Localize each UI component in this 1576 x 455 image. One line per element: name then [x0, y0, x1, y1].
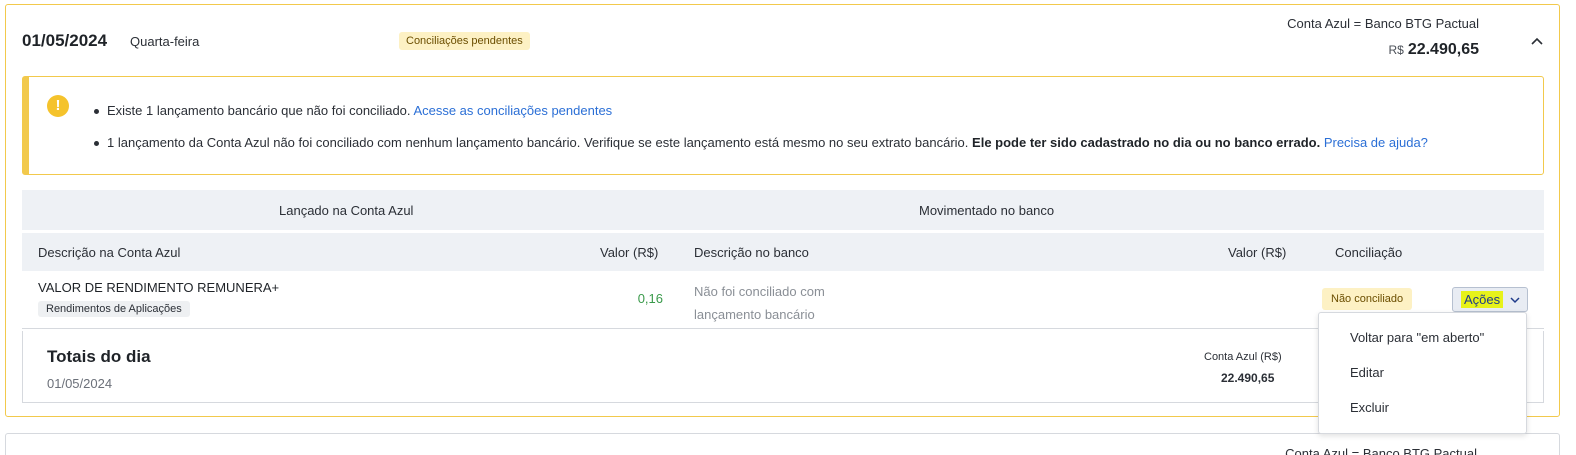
help-link[interactable]: Precisa de ajuda? — [1324, 135, 1428, 150]
day-totals: Totais do dia 01/05/2024 Conta Azul (R$)… — [22, 331, 1544, 403]
menu-item-voltar-em-aberto[interactable]: Voltar para "em aberto" — [1350, 330, 1484, 345]
col-descricao-conta-azul: Descrição na Conta Azul — [38, 245, 181, 260]
row-description: VALOR DE RENDIMENTO REMUNERA+ — [38, 280, 280, 295]
alert-text: 1 lançamento da Conta Azul não foi conci… — [107, 135, 969, 150]
column-header: Descrição na Conta Azul Valor (R$) Descr… — [22, 233, 1544, 271]
group-header-banco: Movimentado no banco — [919, 203, 1055, 218]
col-valor-conta-azul: Valor (R$) — [600, 245, 659, 260]
bank-description: Não foi conciliado com lançamento bancár… — [694, 280, 825, 326]
bank-description-line: lançamento bancário — [694, 307, 815, 322]
pending-badge: Conciliações pendentes — [399, 32, 530, 50]
totals-account-value: 22.490,65 — [1221, 371, 1275, 385]
category-tag: Rendimentos de Aplicações — [38, 301, 190, 317]
actions-menu: Voltar para "em aberto" Editar Excluir — [1318, 312, 1527, 434]
group-header: Lançado na Conta Azul Movimentado no ban… — [22, 190, 1544, 230]
totals-account-label: Conta Azul (R$) — [1204, 351, 1282, 363]
chevron-down-icon — [1510, 297, 1520, 304]
row-value: 0,16 — [637, 291, 663, 306]
next-account-label: Conta Azul = Banco BTG Pactual — [1285, 446, 1477, 455]
bank-description-line: Não foi conciliado com — [694, 284, 825, 299]
actions-label: Ações — [1461, 291, 1504, 308]
totals-title: Totais do dia — [47, 347, 151, 366]
group-header-conta-azul: Lançado na Conta Azul — [279, 203, 414, 218]
alert-text: Existe 1 lançamento bancário que não foi… — [107, 103, 411, 118]
menu-item-editar[interactable]: Editar — [1350, 365, 1384, 380]
col-valor-banco: Valor (R$) — [1228, 245, 1287, 260]
totals-date: 01/05/2024 — [47, 376, 113, 391]
alert-list: Existe 1 lançamento bancário que não foi… — [94, 103, 1428, 167]
next-day-card: Conta Azul = Banco BTG Pactual — [5, 433, 1560, 455]
exclamation-icon: ! — [47, 95, 69, 117]
balance-value: 22.490,65 — [1407, 41, 1479, 58]
chevron-up-icon[interactable] — [1529, 33, 1545, 49]
status-badge: Não conciliado — [1322, 288, 1413, 310]
day-date: 01/05/2024 — [22, 31, 108, 50]
pending-conciliations-link[interactable]: Acesse as conciliações pendentes — [413, 103, 612, 118]
actions-button[interactable]: Ações — [1452, 287, 1528, 312]
alert-bold-text: Ele pode ter sido cadastrado no dia ou n… — [972, 135, 1321, 150]
table-row: VALOR DE RENDIMENTO REMUNERA+ Rendimento… — [22, 271, 1544, 329]
day-weekday: Quarta-feira — [130, 34, 200, 49]
menu-item-excluir[interactable]: Excluir — [1350, 400, 1389, 415]
account-balance: R$ 22.490,65 — [1388, 41, 1479, 59]
currency-symbol: R$ — [1388, 43, 1404, 57]
col-conciliacao: Conciliação — [1335, 245, 1403, 260]
pending-alert: ! Existe 1 lançamento bancário que não f… — [22, 76, 1544, 175]
account-label: Conta Azul = Banco BTG Pactual — [1287, 16, 1479, 31]
alert-item: Existe 1 lançamento bancário que não foi… — [94, 103, 1428, 118]
col-descricao-banco: Descrição no banco — [694, 245, 809, 260]
alert-item: 1 lançamento da Conta Azul não foi conci… — [94, 135, 1428, 150]
